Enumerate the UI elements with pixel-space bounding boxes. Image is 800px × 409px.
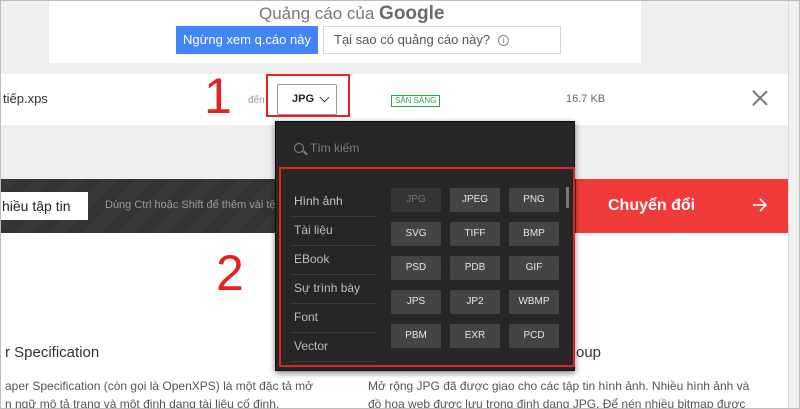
file-name: tiếp.xps xyxy=(3,91,48,106)
stop-ad-button[interactable]: Ngừng xem q.cáo này xyxy=(176,26,318,54)
highlight-box-format-select xyxy=(266,74,350,117)
status-badge: SẴN SÀNG xyxy=(391,95,441,107)
spec-text-line: aper Specification (còn gọi là OpenXPS) … xyxy=(5,379,314,393)
ad-label-text: Quảng cáo của xyxy=(259,4,375,23)
spec-text-line: n ngữ mô tả trang và một định dạng tài l… xyxy=(5,397,280,409)
search-icon xyxy=(294,143,304,153)
dropdown-search xyxy=(276,122,574,162)
toolbar-hint: Dùng Ctrl hoặc Shift để thêm vài tệp xyxy=(105,199,282,211)
search-input[interactable] xyxy=(310,140,550,156)
highlight-box-format-list xyxy=(279,167,575,367)
close-icon[interactable] xyxy=(751,89,769,107)
info-icon: i xyxy=(497,35,509,47)
spec-heading: r Specification xyxy=(5,344,100,361)
group-heading: oup xyxy=(576,344,602,361)
convert-button[interactable]: Chuyển đổi xyxy=(576,179,788,233)
why-ad-label: Tại sao có quảng cáo này? xyxy=(334,32,491,47)
step-number: 1 xyxy=(204,68,232,124)
group-text-line: đồ họa web được lưu trong định dạng JPG.… xyxy=(368,397,746,409)
ad-label: Quảng cáo của Google xyxy=(259,3,445,25)
page-scrollbar[interactable] xyxy=(788,1,799,408)
convert-label: Chuyển đổi xyxy=(608,197,696,214)
google-logo: Google xyxy=(379,3,445,24)
file-size: 16.7 KB xyxy=(566,93,606,105)
group-text-line: Mở rộng JPG đã được giao cho các tập tin… xyxy=(368,379,750,393)
arrow-right-icon xyxy=(753,198,768,212)
add-files-button[interactable]: hiều tập tin xyxy=(1,192,88,220)
file-row: tiếp.xps đến JPG SẴN SÀNG 16.7 KB xyxy=(1,74,788,125)
browser-viewport: Quảng cáo của Google Ngừng xem q.cáo này… xyxy=(0,0,800,409)
to-label: đến xyxy=(248,95,265,106)
step-number: 2 xyxy=(216,245,244,301)
ad-banner: Quảng cáo của Google Ngừng xem q.cáo này… xyxy=(49,1,641,63)
why-ad-button[interactable]: Tại sao có quảng cáo này? i xyxy=(323,26,561,54)
